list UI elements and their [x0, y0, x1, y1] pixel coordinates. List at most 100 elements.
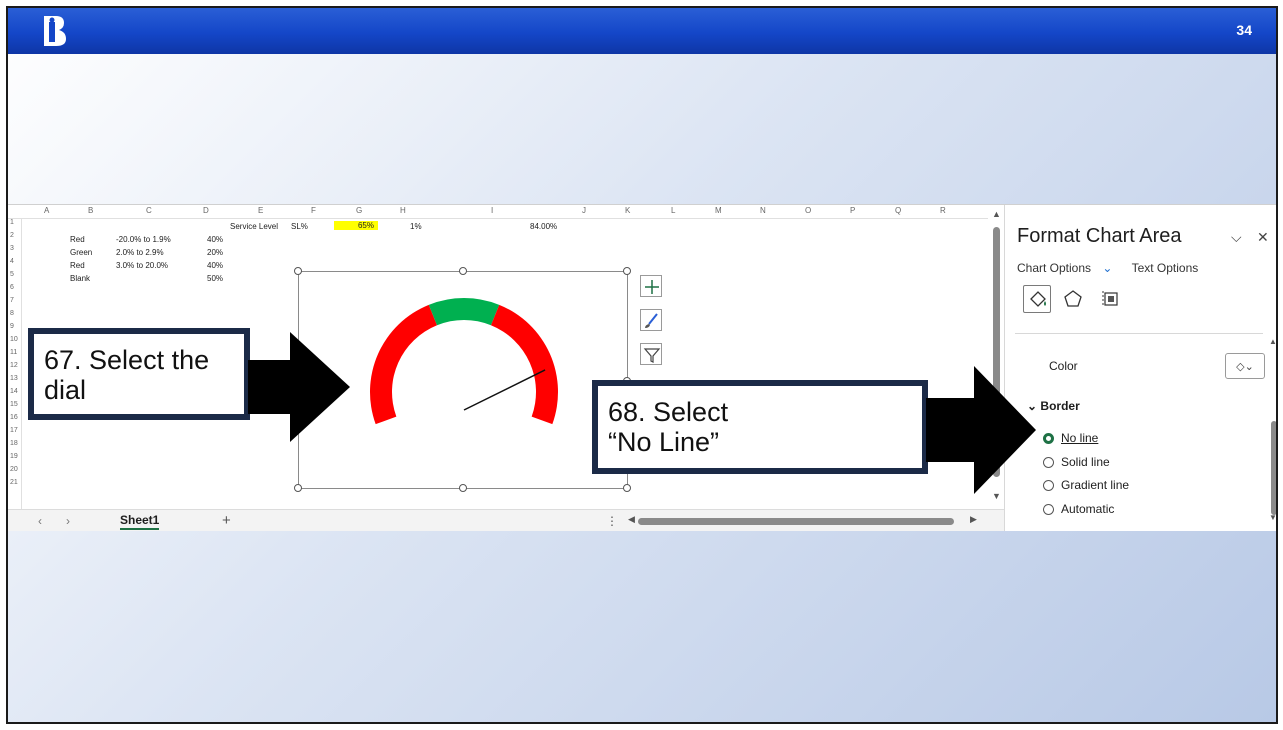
- col-header[interactable]: A: [44, 206, 49, 215]
- tab-chart-options-label: Chart Options: [1017, 261, 1092, 275]
- col-header[interactable]: J: [582, 206, 586, 215]
- col-header[interactable]: O: [805, 206, 811, 215]
- radio-automatic[interactable]: [1043, 504, 1054, 515]
- sheet-tab[interactable]: Sheet1: [120, 513, 160, 530]
- row-header[interactable]: 10: [10, 336, 18, 343]
- gauge-segment-red[interactable]: [490, 304, 558, 425]
- row-header[interactable]: 12: [10, 362, 18, 369]
- pane-options-chevron-icon[interactable]: ⌵: [1231, 229, 1242, 246]
- add-sheet-icon[interactable]: +: [222, 512, 231, 529]
- radio-no-line[interactable]: [1043, 433, 1054, 444]
- col-header[interactable]: C: [146, 206, 152, 215]
- row-header[interactable]: 21: [10, 479, 18, 486]
- row-header[interactable]: 16: [10, 414, 18, 421]
- next-sheet-icon[interactable]: ›: [66, 514, 70, 528]
- cell-e1[interactable]: Service Level: [230, 222, 278, 231]
- col-header[interactable]: N: [760, 206, 766, 215]
- chart-elements-button[interactable]: [640, 275, 662, 297]
- fill-line-tab[interactable]: [1023, 285, 1051, 313]
- row-header[interactable]: 4: [10, 258, 14, 265]
- option-no-line[interactable]: No line: [1061, 431, 1098, 445]
- row-header[interactable]: 17: [10, 427, 18, 434]
- row-header[interactable]: 13: [10, 375, 18, 382]
- scroll-down-icon[interactable]: ▼: [1269, 513, 1276, 522]
- tab-chart-options[interactable]: Chart Options ⌄: [1017, 261, 1120, 275]
- cell-b5[interactable]: Blank: [70, 274, 90, 283]
- row-header[interactable]: 2: [10, 232, 14, 239]
- gauge-segment-green[interactable]: [428, 298, 500, 326]
- col-header[interactable]: H: [400, 206, 406, 215]
- col-header[interactable]: G: [356, 206, 362, 215]
- row-header[interactable]: 8: [10, 310, 14, 317]
- row-header[interactable]: 7: [10, 297, 14, 304]
- col-header[interactable]: Q: [895, 206, 901, 215]
- row-header[interactable]: 20: [10, 466, 18, 473]
- size-properties-tab[interactable]: [1097, 285, 1125, 313]
- col-header[interactable]: E: [258, 206, 263, 215]
- scroll-up-icon[interactable]: ▲: [1269, 337, 1276, 346]
- border-heading: Border: [1040, 399, 1080, 413]
- resize-handle[interactable]: [459, 267, 467, 275]
- col-header[interactable]: K: [625, 206, 630, 215]
- col-header[interactable]: M: [715, 206, 722, 215]
- cell-d5[interactable]: 50%: [207, 274, 223, 283]
- resize-handle[interactable]: [623, 484, 631, 492]
- col-header[interactable]: D: [203, 206, 209, 215]
- column-headers: A B C D E F G H I J K L M N O P Q R: [8, 205, 988, 219]
- scroll-right-icon[interactable]: ▶: [970, 514, 977, 525]
- col-header[interactable]: F: [311, 206, 316, 215]
- cell-c4[interactable]: 3.0% to 20.0%: [116, 261, 168, 270]
- cell-d4[interactable]: 40%: [207, 261, 223, 270]
- resize-handle[interactable]: [294, 484, 302, 492]
- row-header[interactable]: 18: [10, 440, 18, 447]
- option-solid-line[interactable]: Solid line: [1061, 455, 1110, 469]
- row-header[interactable]: 11: [10, 349, 17, 356]
- pane-scrollbar[interactable]: ▲ ▼: [1269, 337, 1276, 522]
- row-header[interactable]: 3: [10, 245, 14, 252]
- close-icon[interactable]: ✕: [1257, 229, 1269, 246]
- resize-handle[interactable]: [294, 267, 302, 275]
- cell-b3[interactable]: Green: [70, 248, 92, 257]
- tab-text-options[interactable]: Text Options: [1132, 261, 1199, 275]
- row-header[interactable]: 15: [10, 401, 18, 408]
- gauge-segment-red[interactable]: [370, 304, 438, 425]
- resize-handle[interactable]: [623, 267, 631, 275]
- col-header[interactable]: I: [491, 206, 493, 215]
- prev-sheet-icon[interactable]: ‹: [38, 514, 42, 528]
- cell-d3[interactable]: 20%: [207, 248, 223, 257]
- option-gradient-line[interactable]: Gradient line: [1061, 478, 1129, 492]
- row-header[interactable]: 19: [10, 453, 18, 460]
- col-header[interactable]: P: [850, 206, 855, 215]
- row-header[interactable]: 6: [10, 284, 14, 291]
- col-header[interactable]: L: [671, 206, 675, 215]
- cell-c2[interactable]: -20.0% to 1.9%: [116, 235, 171, 244]
- cell-i1[interactable]: 84.00%: [530, 222, 557, 231]
- pane-scroll-thumb[interactable]: [1271, 421, 1276, 515]
- row-header[interactable]: 5: [10, 271, 14, 278]
- chart-styles-button[interactable]: [640, 309, 662, 331]
- col-header[interactable]: R: [940, 206, 946, 215]
- radio-gradient-line[interactable]: [1043, 480, 1054, 491]
- cell-g1[interactable]: 65%: [334, 221, 378, 230]
- col-header[interactable]: B: [88, 206, 93, 215]
- color-picker-button[interactable]: ◇ ⌄: [1225, 353, 1265, 379]
- more-options-icon[interactable]: ⋮: [606, 514, 618, 528]
- row-header[interactable]: 9: [10, 323, 14, 330]
- cell-d2[interactable]: 40%: [207, 235, 223, 244]
- cell-b2[interactable]: Red: [70, 235, 85, 244]
- chart-filters-button[interactable]: [640, 343, 662, 365]
- cell-h1[interactable]: 1%: [410, 222, 422, 231]
- row-header[interactable]: 1: [10, 219, 14, 226]
- horizontal-scroll-thumb[interactable]: [638, 518, 954, 525]
- scroll-up-icon[interactable]: ▲: [992, 209, 1001, 219]
- pentagon-icon: [1064, 290, 1082, 307]
- cell-c3[interactable]: 2.0% to 2.9%: [116, 248, 164, 257]
- scroll-left-icon[interactable]: ◀: [628, 514, 635, 525]
- effects-tab[interactable]: [1059, 285, 1087, 313]
- cell-f1[interactable]: SL%: [291, 222, 308, 231]
- option-automatic[interactable]: Automatic: [1061, 502, 1114, 516]
- radio-solid-line[interactable]: [1043, 457, 1054, 468]
- resize-handle[interactable]: [459, 484, 467, 492]
- cell-b4[interactable]: Red: [70, 261, 85, 270]
- row-header[interactable]: 14: [10, 388, 18, 395]
